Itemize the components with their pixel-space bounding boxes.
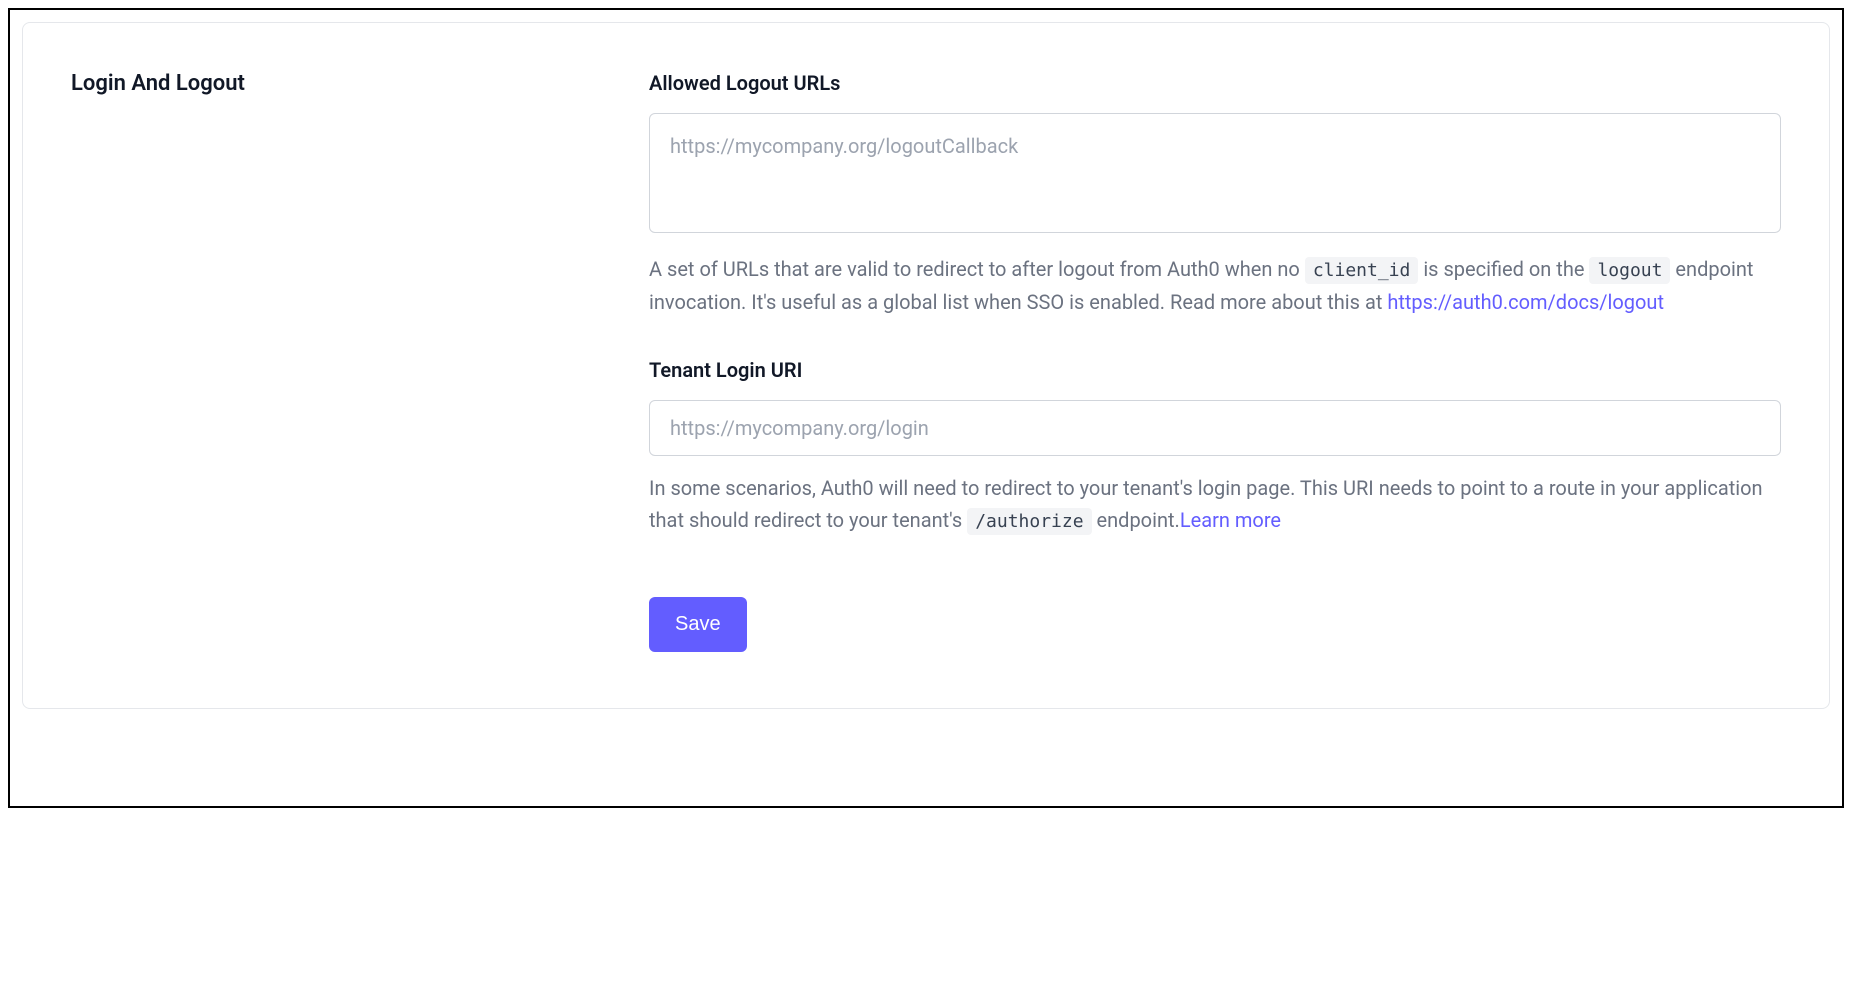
- outer-frame: Login And Logout Allowed Logout URLs A s…: [8, 8, 1844, 808]
- allowed-logout-urls-group: Allowed Logout URLs A set of URLs that a…: [649, 71, 1781, 318]
- left-column: Login And Logout: [71, 71, 601, 652]
- allowed-logout-urls-help: A set of URLs that are valid to redirect…: [649, 253, 1781, 318]
- save-button[interactable]: Save: [649, 597, 747, 652]
- logout-docs-link[interactable]: https://auth0.com/docs/logout: [1387, 290, 1664, 314]
- tenant-login-uri-label: Tenant Login URI: [649, 358, 1781, 382]
- allowed-logout-urls-label: Allowed Logout URLs: [649, 71, 1781, 95]
- help-text-segment: A set of URLs that are valid to redirect…: [649, 257, 1305, 281]
- section-title: Login And Logout: [71, 71, 601, 96]
- code-client-id: client_id: [1305, 257, 1419, 284]
- right-column: Allowed Logout URLs A set of URLs that a…: [649, 71, 1781, 652]
- settings-panel: Login And Logout Allowed Logout URLs A s…: [22, 22, 1830, 709]
- code-authorize: /authorize: [967, 508, 1091, 535]
- learn-more-link[interactable]: Learn more: [1180, 508, 1281, 532]
- help-text-segment: endpoint.: [1092, 508, 1180, 532]
- tenant-login-uri-group: Tenant Login URI In some scenarios, Auth…: [649, 358, 1781, 537]
- tenant-login-uri-input[interactable]: [649, 400, 1781, 456]
- tenant-login-uri-help: In some scenarios, Auth0 will need to re…: [649, 472, 1781, 537]
- code-logout: logout: [1589, 257, 1670, 284]
- allowed-logout-urls-input[interactable]: [649, 113, 1781, 233]
- help-text-segment: is specified on the: [1418, 257, 1589, 281]
- content-row: Login And Logout Allowed Logout URLs A s…: [71, 71, 1781, 652]
